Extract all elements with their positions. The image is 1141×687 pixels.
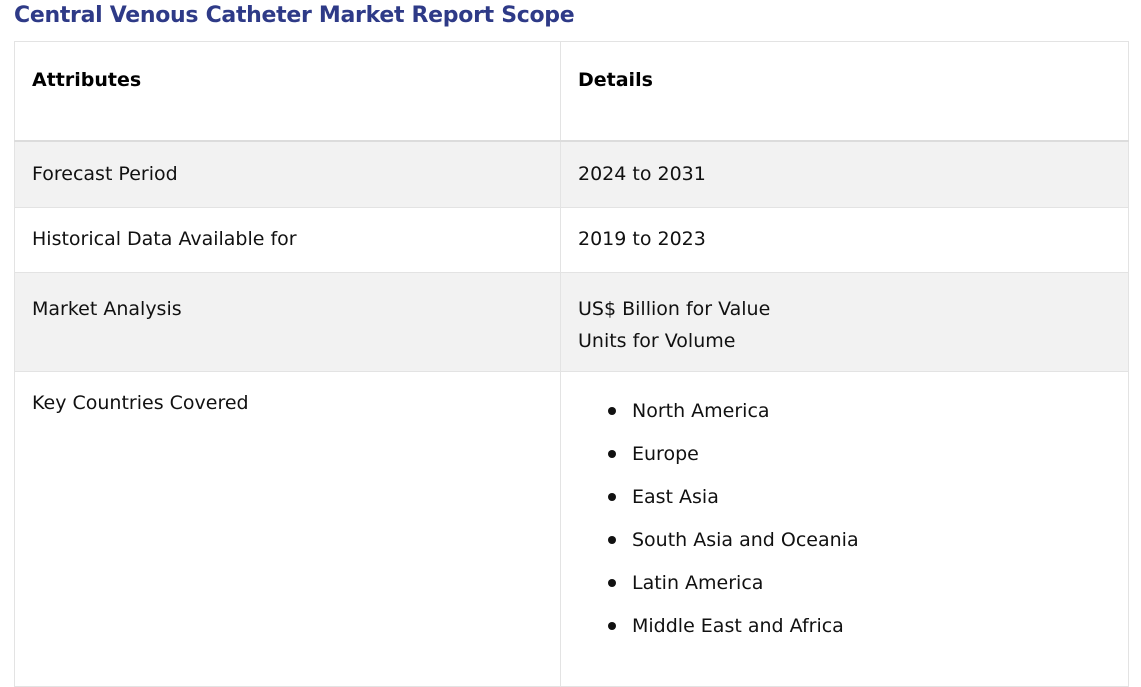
table-row: Forecast Period 2024 to 2031 <box>14 140 1129 208</box>
table-header-row: Attributes Details <box>14 41 1129 142</box>
details-cell: 2019 to 2023 <box>560 207 1129 273</box>
header-attributes: Attributes <box>14 41 561 142</box>
list-item: East Asia <box>608 478 1111 521</box>
report-scope-page: Central Venous Catheter Market Report Sc… <box>0 0 1141 687</box>
table-row: Key Countries Covered North America Euro… <box>14 371 1129 687</box>
table-row: Historical Data Available for 2019 to 20… <box>14 207 1129 273</box>
bullet-icon <box>608 493 616 501</box>
bullet-icon <box>608 579 616 587</box>
list-item: South Asia and Oceania <box>608 521 1111 564</box>
details-line: US$ Billion for Value <box>578 298 771 320</box>
details-cell: US$ Billion for Value Units for Volume <box>560 272 1129 372</box>
header-details: Details <box>560 41 1129 142</box>
list-item-label: East Asia <box>632 486 719 508</box>
countries-list: North America Europe East Asia South Asi… <box>578 392 1111 650</box>
list-item-label: Europe <box>632 443 699 465</box>
attribute-cell: Historical Data Available for <box>14 207 561 273</box>
table-row: Market Analysis US$ Billion for Value Un… <box>14 272 1129 372</box>
bullet-icon <box>608 407 616 415</box>
attribute-cell: Market Analysis <box>14 272 561 372</box>
attribute-cell: Forecast Period <box>14 140 561 208</box>
list-item: Middle East and Africa <box>608 607 1111 650</box>
report-scope-table: Attributes Details Forecast Period 2024 … <box>14 41 1129 687</box>
list-item: Latin America <box>608 564 1111 607</box>
list-item-label: Middle East and Africa <box>632 615 844 637</box>
list-item-label: North America <box>632 400 770 422</box>
list-item-label: South Asia and Oceania <box>632 529 859 551</box>
details-cell: North America Europe East Asia South Asi… <box>560 371 1129 687</box>
bullet-icon <box>608 622 616 630</box>
list-item: Europe <box>608 435 1111 478</box>
details-cell: 2024 to 2031 <box>560 140 1129 208</box>
details-line: Units for Volume <box>578 330 736 352</box>
page-title: Central Venous Catheter Market Report Sc… <box>14 3 575 28</box>
bullet-icon <box>608 536 616 544</box>
bullet-icon <box>608 450 616 458</box>
list-item: North America <box>608 392 1111 435</box>
attribute-cell: Key Countries Covered <box>14 371 561 687</box>
list-item-label: Latin America <box>632 572 764 594</box>
